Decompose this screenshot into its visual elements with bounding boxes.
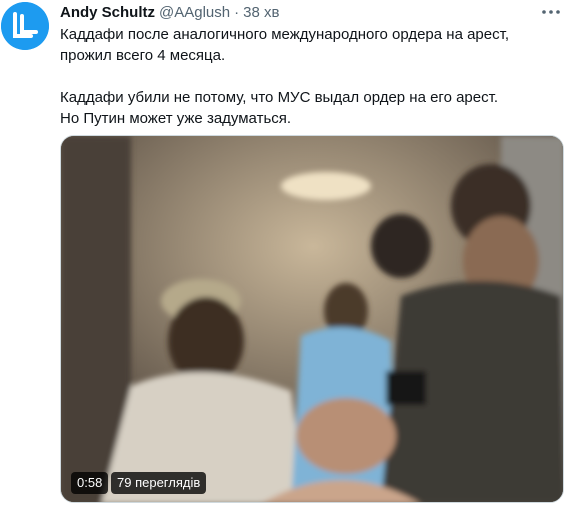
video-views-badge: 79 переглядів	[111, 472, 207, 494]
timestamp[interactable]: 38 хв	[243, 4, 279, 21]
tweet-text-line: Каддафи убили не потому, что МУС выдал о…	[60, 89, 498, 106]
more-options-icon	[542, 10, 560, 14]
avatar-logo-icon	[1, 2, 49, 50]
author-handle[interactable]: @AAglush	[159, 4, 230, 21]
tweet-text-line: прожил всего 4 месяца.	[60, 47, 226, 64]
tweet-header: Andy Schultz @AAglush · 38 хв	[60, 2, 279, 22]
tweet-text: Каддафи после аналогичного международног…	[60, 24, 560, 129]
more-options-button[interactable]	[539, 4, 563, 20]
tweet[interactable]: Andy Schultz @AAglush · 38 хв Каддафи по…	[0, 0, 583, 514]
avatar[interactable]	[1, 2, 49, 50]
tweet-text-line: Каддафи после аналогичного международног…	[60, 26, 509, 43]
video-duration-badge: 0:58	[71, 472, 109, 494]
separator-dot: ·	[234, 3, 240, 21]
video-thumbnail	[61, 136, 563, 502]
video-player[interactable]: 0:58 79 переглядів	[60, 135, 564, 503]
author-name[interactable]: Andy Schultz	[60, 4, 155, 21]
tweet-text-line: Но Путин может уже задуматься.	[60, 110, 292, 127]
